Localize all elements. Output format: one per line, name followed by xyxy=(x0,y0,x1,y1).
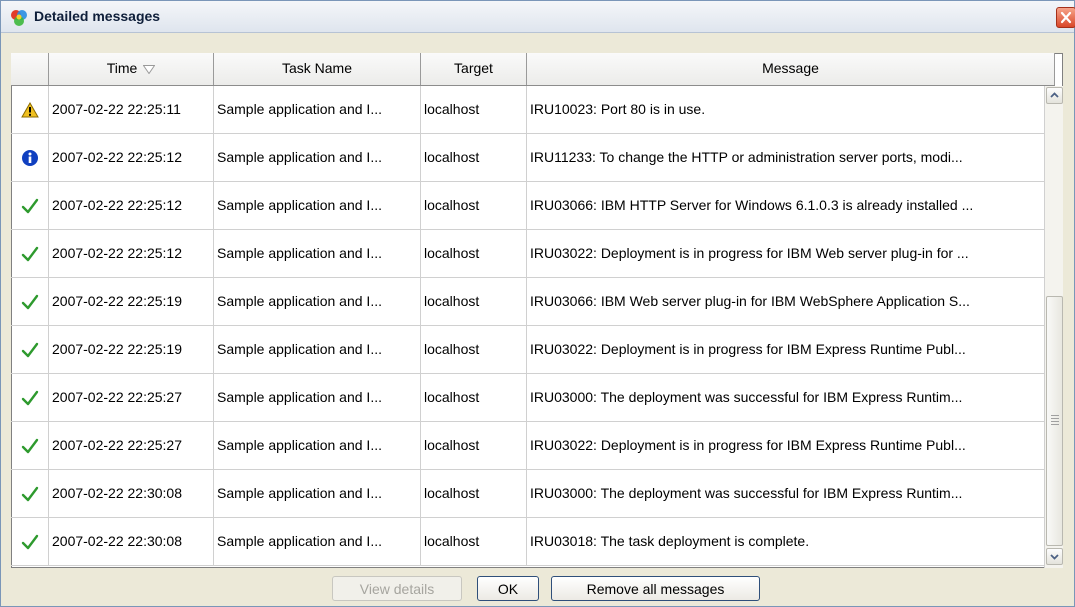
checkmark-icon xyxy=(21,485,39,502)
status-cell xyxy=(11,134,49,182)
grip-icon xyxy=(1051,415,1059,425)
task-name-cell: Sample application and I... xyxy=(214,326,421,374)
window-title: Detailed messages xyxy=(34,8,161,24)
info-icon xyxy=(21,149,39,167)
scroll-down-button[interactable] xyxy=(1046,548,1063,565)
column-header-task-name[interactable]: Task Name xyxy=(214,53,421,85)
vertical-scrollbar[interactable] xyxy=(1044,86,1063,568)
message-cell: IRU03022: Deployment is in progress for … xyxy=(527,326,1055,374)
message-cell: IRU03066: IBM Web server plug-in for IBM… xyxy=(527,278,1055,326)
sort-descending-icon xyxy=(142,54,156,85)
message-cell: IRU03022: Deployment is in progress for … xyxy=(527,230,1055,278)
status-cell xyxy=(11,422,49,470)
target-cell: localhost xyxy=(421,134,527,182)
checkmark-icon xyxy=(21,341,39,358)
target-cell: localhost xyxy=(421,86,527,134)
checkmark-icon xyxy=(21,245,39,262)
table-row[interactable]: 2007-02-22 22:25:27 Sample application an… xyxy=(11,374,1055,422)
chevron-up-icon xyxy=(1050,92,1059,98)
task-name-cell: Sample application and I... xyxy=(214,518,421,566)
table-header: Time Task Name Target Message xyxy=(11,53,1055,86)
table-row[interactable]: 2007-02-22 22:25:27 Sample application an… xyxy=(11,422,1055,470)
target-cell: localhost xyxy=(421,422,527,470)
ok-button[interactable]: OK xyxy=(477,576,539,601)
column-header-time[interactable]: Time xyxy=(49,53,214,85)
status-cell xyxy=(11,230,49,278)
checkmark-icon xyxy=(21,389,39,406)
message-cell: IRU03066: IBM HTTP Server for Windows 6.… xyxy=(527,182,1055,230)
status-cell xyxy=(11,182,49,230)
target-cell: localhost xyxy=(421,182,527,230)
status-cell xyxy=(11,86,49,134)
message-cell: IRU03000: The deployment was successful … xyxy=(527,470,1055,518)
close-button[interactable] xyxy=(1056,7,1075,28)
column-header-message[interactable]: Message xyxy=(527,53,1055,85)
checkmark-icon xyxy=(21,533,39,550)
status-cell xyxy=(11,374,49,422)
time-cell: 2007-02-22 22:25:27 xyxy=(49,422,214,470)
table-row[interactable]: 2007-02-22 22:25:12 Sample application an… xyxy=(11,182,1055,230)
message-cell: IRU03022: Deployment is in progress for … xyxy=(527,422,1055,470)
status-cell xyxy=(11,278,49,326)
title-bar[interactable]: Detailed messages xyxy=(1,1,1075,33)
table-row[interactable]: 2007-02-22 22:25:19 Sample application an… xyxy=(11,326,1055,374)
target-cell: localhost xyxy=(421,278,527,326)
time-cell: 2007-02-22 22:30:08 xyxy=(49,518,214,566)
status-cell xyxy=(11,518,49,566)
checkmark-icon xyxy=(21,197,39,214)
scrollbar-thumb[interactable] xyxy=(1046,296,1063,546)
remove-all-messages-button[interactable]: Remove all messages xyxy=(551,576,760,601)
table-row[interactable]: 2007-02-22 22:25:12 Sample application an… xyxy=(11,230,1055,278)
table-row[interactable]: 2007-02-22 22:25:11 Sample application an… xyxy=(11,86,1055,134)
target-cell: localhost xyxy=(421,326,527,374)
time-cell: 2007-02-22 22:25:12 xyxy=(49,230,214,278)
message-cell: IRU11233: To change the HTTP or administ… xyxy=(527,134,1055,182)
target-cell: localhost xyxy=(421,374,527,422)
task-name-cell: Sample application and I... xyxy=(214,470,421,518)
message-cell: IRU10023: Port 80 is in use. xyxy=(527,86,1055,134)
table-row[interactable]: 2007-02-22 22:25:19 Sample application an… xyxy=(11,278,1055,326)
task-name-cell: Sample application and I... xyxy=(214,134,421,182)
detailed-messages-dialog: Detailed messages Time Task Name Target … xyxy=(0,0,1075,607)
task-name-cell: Sample application and I... xyxy=(214,422,421,470)
checkmark-icon xyxy=(21,437,39,454)
table-row[interactable]: 2007-02-22 22:30:08 Sample application an… xyxy=(11,518,1055,566)
column-header-target[interactable]: Target xyxy=(421,53,527,85)
target-cell: localhost xyxy=(421,518,527,566)
message-cell: IRU03018: The task deployment is complet… xyxy=(527,518,1055,566)
app-logo-icon xyxy=(10,9,28,27)
status-cell xyxy=(11,326,49,374)
time-cell: 2007-02-22 22:25:27 xyxy=(49,374,214,422)
table-body: 2007-02-22 22:25:11 Sample application an… xyxy=(11,86,1055,568)
target-cell: localhost xyxy=(421,230,527,278)
target-cell: localhost xyxy=(421,470,527,518)
warning-icon xyxy=(20,101,39,118)
scroll-up-button[interactable] xyxy=(1046,87,1063,104)
close-icon xyxy=(1060,11,1072,24)
task-name-cell: Sample application and I... xyxy=(214,182,421,230)
view-details-button[interactable]: View details xyxy=(332,576,462,601)
task-name-cell: Sample application and I... xyxy=(214,374,421,422)
message-cell: IRU03000: The deployment was successful … xyxy=(527,374,1055,422)
status-cell xyxy=(11,470,49,518)
time-cell: 2007-02-22 22:25:11 xyxy=(49,86,214,134)
task-name-cell: Sample application and I... xyxy=(214,278,421,326)
table-row[interactable]: 2007-02-22 22:30:08 Sample application an… xyxy=(11,470,1055,518)
time-cell: 2007-02-22 22:25:19 xyxy=(49,326,214,374)
checkmark-icon xyxy=(21,293,39,310)
task-name-cell: Sample application and I... xyxy=(214,86,421,134)
time-cell: 2007-02-22 22:25:19 xyxy=(49,278,214,326)
column-header-status[interactable] xyxy=(11,53,49,85)
time-cell: 2007-02-22 22:25:12 xyxy=(49,182,214,230)
task-name-cell: Sample application and I... xyxy=(214,230,421,278)
chevron-down-icon xyxy=(1050,554,1059,560)
table-row[interactable]: 2007-02-22 22:25:12 Sample application an… xyxy=(11,134,1055,182)
time-cell: 2007-02-22 22:25:12 xyxy=(49,134,214,182)
time-cell: 2007-02-22 22:30:08 xyxy=(49,470,214,518)
